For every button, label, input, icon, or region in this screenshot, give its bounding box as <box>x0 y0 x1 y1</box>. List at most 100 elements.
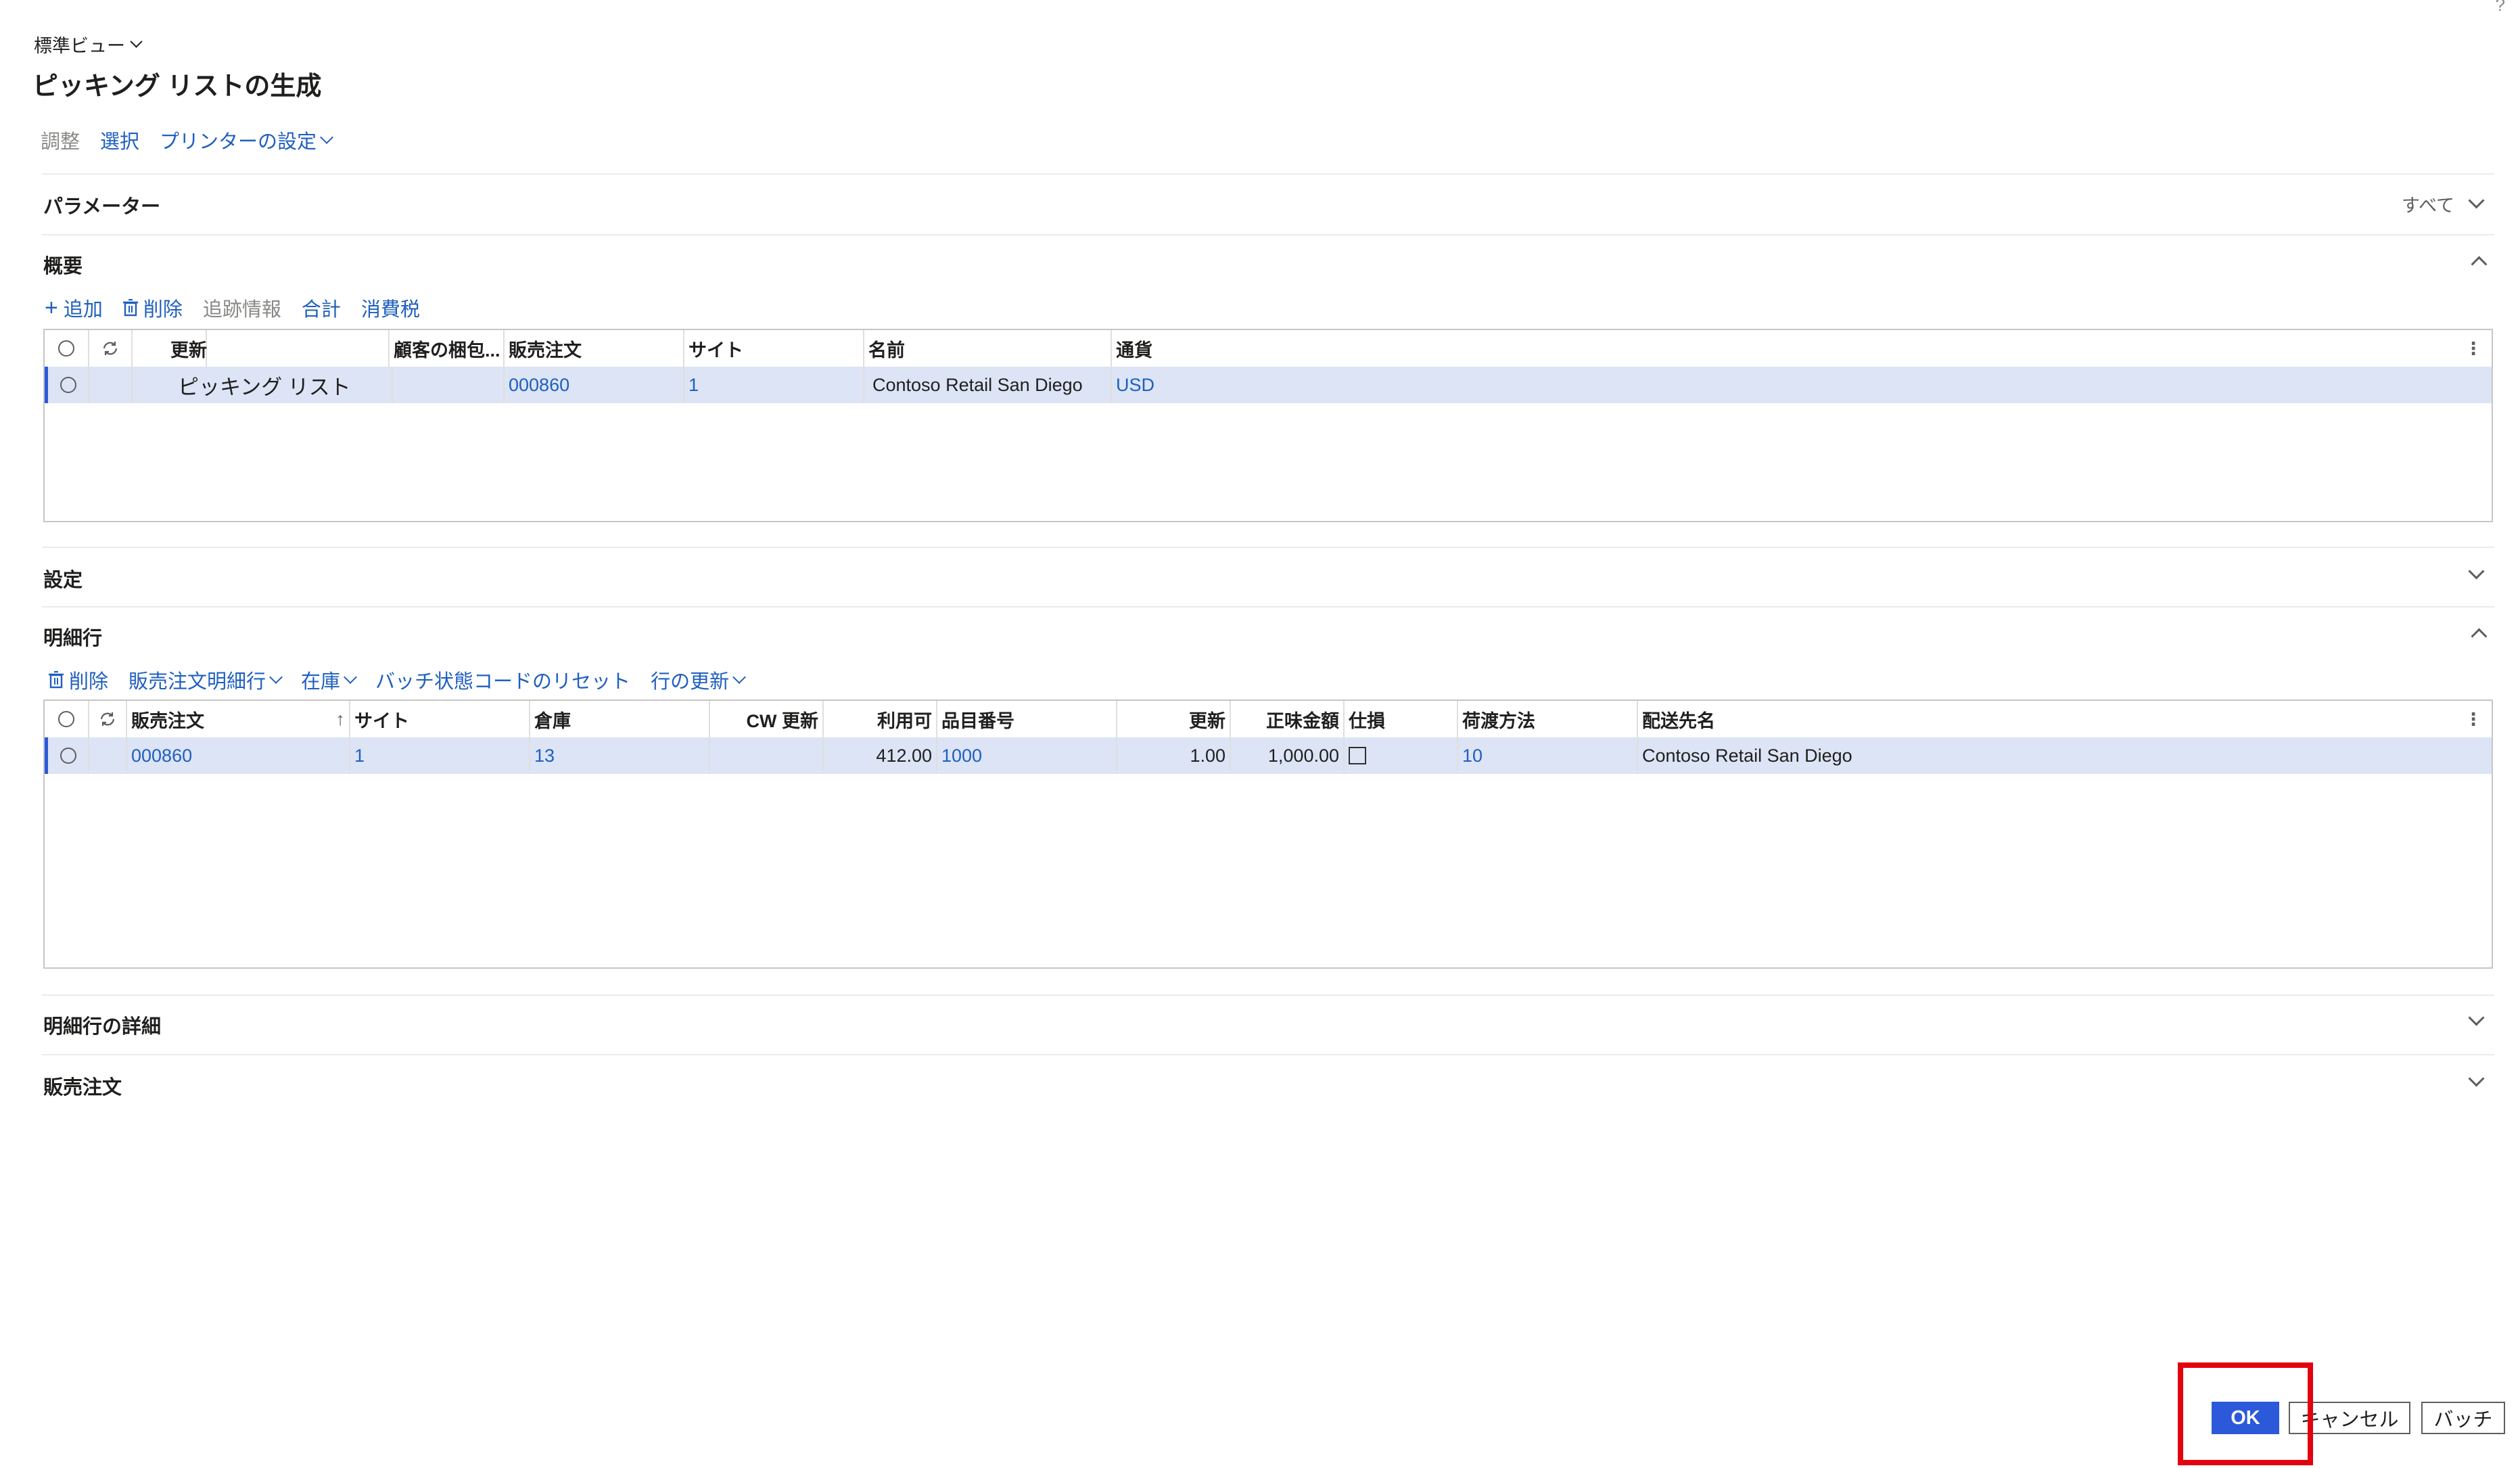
sales-tax-button[interactable]: 消費税 <box>361 294 420 322</box>
chevron-down-icon <box>344 670 357 684</box>
lines-header[interactable]: 明細行 <box>43 622 102 651</box>
col-item-number[interactable]: 品目番号 <box>937 701 1117 737</box>
adjust-button[interactable]: 調整 <box>41 126 80 154</box>
warehouse-cell[interactable]: 13 <box>530 737 710 774</box>
refresh-icon <box>100 712 115 726</box>
site-cell[interactable]: 1 <box>350 737 530 774</box>
lines-grid: 販売注文 ↑ サイト 倉庫 CW 更新 利用可 品目番号 更新 正味金額 仕損 … <box>43 699 2493 969</box>
action-bar: 調整 選択 プリンターの設定 <box>41 126 333 154</box>
sales-order-cell[interactable]: 000860 <box>127 737 350 774</box>
table-row[interactable]: 000860 1 13 412.00 1000 1.00 1,000.00 10… <box>45 737 2492 774</box>
select-button[interactable]: 選択 <box>100 126 139 154</box>
refresh-cell[interactable] <box>89 330 133 367</box>
sales-order-expand-toggle[interactable] <box>2468 1070 2485 1088</box>
select-all-cell[interactable] <box>45 330 89 367</box>
settings-header[interactable]: 設定 <box>43 564 83 593</box>
filter-label: すべて <box>2401 196 2454 216</box>
line-details-header[interactable]: 明細行の詳細 <box>43 1011 161 1039</box>
col-scrap[interactable]: 仕損 <box>1345 701 1458 737</box>
sales-order-cell[interactable]: 000860 <box>505 367 684 403</box>
overview-collapse-toggle[interactable] <box>2471 256 2488 273</box>
chevron-up-icon <box>2471 256 2488 273</box>
grid-header-row: 販売注文 ↑ サイト 倉庫 CW 更新 利用可 品目番号 更新 正味金額 仕損 … <box>45 701 2492 737</box>
col-sales-order-label: 販売注文 <box>131 710 204 731</box>
batch-button[interactable]: バッチ <box>2421 1402 2505 1434</box>
item-number-cell[interactable]: 1000 <box>937 737 1117 774</box>
chevron-down-icon <box>320 131 333 144</box>
col-site[interactable]: サイト <box>684 330 864 367</box>
order-lines-menu[interactable]: 販売注文明細行 <box>129 666 283 694</box>
select-all-cell[interactable] <box>45 701 89 737</box>
col-ship-to-name[interactable]: 配送先名 <box>1638 701 2489 737</box>
chevron-down-icon <box>732 670 746 684</box>
ok-highlight-frame <box>2178 1362 2313 1465</box>
refresh-icon <box>103 342 118 355</box>
settings-expand-toggle[interactable] <box>2468 563 2485 580</box>
select-all-radio[interactable] <box>58 340 74 357</box>
reset-batch-status-button[interactable]: バッチ状態コードのリセット <box>375 666 630 694</box>
lines-collapse-toggle[interactable] <box>2471 628 2488 645</box>
row-radio[interactable] <box>60 748 76 764</box>
tracking-info-button[interactable]: 追跡情報 <box>203 294 281 322</box>
col-net-amount[interactable]: 正味金額 <box>1231 701 1345 737</box>
row-radio[interactable] <box>60 377 76 393</box>
trash-icon <box>49 671 64 689</box>
col-warehouse[interactable]: 倉庫 <box>530 701 710 737</box>
sort-ascending-icon[interactable]: ↑ <box>336 709 346 730</box>
empty-cell <box>89 367 133 403</box>
row-select-cell[interactable] <box>48 367 89 403</box>
update-cell[interactable]: ピッキング リスト <box>170 367 393 403</box>
column-options-icon[interactable]: ⋮ <box>2465 709 2482 730</box>
parameters-filter[interactable]: すべて <box>2401 191 2485 217</box>
inventory-menu[interactable]: 在庫 <box>301 666 357 694</box>
col-sales-order[interactable]: 販売注文 <box>505 330 684 367</box>
total-button[interactable]: 合計 <box>302 294 341 322</box>
delete-button[interactable]: 削除 <box>122 294 183 322</box>
scrap-checkbox[interactable] <box>1349 747 1366 764</box>
delivery-mode-cell[interactable]: 10 <box>1458 737 1638 774</box>
order-lines-label: 販売注文明細行 <box>129 671 266 693</box>
row-select-cell[interactable] <box>48 737 89 774</box>
cw-update-cell[interactable] <box>710 737 824 774</box>
help-icon[interactable]: ? <box>2496 0 2505 16</box>
col-update[interactable]: 更新 <box>166 330 390 367</box>
printer-settings-label: プリンターの設定 <box>160 131 317 153</box>
add-button[interactable]: + 追加 <box>45 294 103 322</box>
overview-grid: 更新 顧客の梱包... 販売注文 サイト 名前 通貨 ⋮ ピッキング リスト 0… <box>43 329 2493 522</box>
refresh-cell[interactable] <box>89 701 127 737</box>
col-currency[interactable]: 通貨 <box>1112 330 2489 367</box>
lines-toolbar: 削除 販売注文明細行 在庫 バッチ状態コードのリセット 行の更新 <box>49 666 746 694</box>
printer-settings-menu[interactable]: プリンターの設定 <box>160 126 333 154</box>
view-selector[interactable]: 標準ビュー <box>34 31 143 58</box>
col-name[interactable]: 名前 <box>864 330 1112 367</box>
overview-header[interactable]: 概要 <box>43 250 83 279</box>
name-cell[interactable]: Contoso Retail San Diego <box>864 367 1112 403</box>
currency-cell[interactable]: USD <box>1112 367 1315 403</box>
col-sales-order[interactable]: 販売注文 ↑ <box>127 701 350 737</box>
col-delivery-mode[interactable]: 荷渡方法 <box>1458 701 1638 737</box>
trash-icon <box>122 299 138 317</box>
col-update[interactable]: 更新 <box>1117 701 1231 737</box>
scrap-cell[interactable] <box>1345 737 1458 774</box>
empty-cell <box>89 737 127 774</box>
lines-delete-button[interactable]: 削除 <box>49 666 108 694</box>
sales-order-header[interactable]: 販売注文 <box>43 1072 122 1100</box>
customer-pack-cell[interactable] <box>390 367 505 403</box>
table-row[interactable]: ピッキング リスト 000860 1 Contoso Retail San Di… <box>45 367 2492 403</box>
update-cell[interactable]: 1.00 <box>1117 737 1231 774</box>
column-options-icon[interactable]: ⋮ <box>2465 338 2482 359</box>
col-site[interactable]: サイト <box>350 701 530 737</box>
parameters-header[interactable]: パラメーター <box>43 191 160 219</box>
chevron-down-icon <box>269 670 283 684</box>
update-rows-menu[interactable]: 行の更新 <box>651 666 746 694</box>
chevron-up-icon <box>2471 628 2488 645</box>
site-cell[interactable]: 1 <box>684 367 864 403</box>
col-cw-update[interactable]: CW 更新 <box>710 701 824 737</box>
col-customer-pack[interactable]: 顧客の梱包... <box>390 330 505 367</box>
col-available[interactable]: 利用可 <box>824 701 937 737</box>
update-rows-label: 行の更新 <box>651 671 730 693</box>
select-all-radio[interactable] <box>58 711 74 727</box>
ship-to-name-cell[interactable]: Contoso Retail San Diego <box>1638 737 1888 774</box>
chevron-down-icon <box>130 35 143 48</box>
line-details-expand-toggle[interactable] <box>2468 1009 2485 1027</box>
